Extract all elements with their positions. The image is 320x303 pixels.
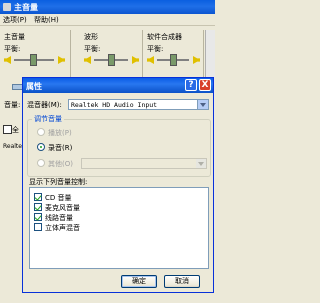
checkbox-cd-volume[interactable]	[34, 193, 42, 201]
cancel-button[interactable]: 取消	[164, 275, 200, 288]
speaker-app-icon	[3, 3, 11, 11]
volume-controls-list: CD 音量 麦克风音量 线路音量 立体声混音	[29, 187, 209, 269]
checkbox-line-volume[interactable]	[34, 213, 42, 221]
radio-playback[interactable]	[37, 128, 45, 136]
speaker-right-icon	[193, 56, 200, 64]
dialog-titlebar[interactable]: 属性 ? X	[23, 78, 213, 93]
balance-slider-thumb[interactable]	[170, 54, 177, 66]
radio-record-label: 录音(R)	[48, 144, 73, 152]
speaker-left-icon	[84, 56, 91, 64]
panel-name: 波形	[84, 33, 98, 41]
ok-button[interactable]: 确定	[121, 275, 157, 288]
panel-name: 软件合成器	[147, 33, 182, 41]
help-button[interactable]: ?	[185, 79, 197, 91]
volume-label: 音量:	[4, 101, 21, 109]
balance-slider-thumb[interactable]	[30, 54, 37, 66]
list-item-label: CD 音量	[45, 194, 72, 202]
speaker-left-icon	[4, 56, 11, 64]
back-menubar: 选项(P) 帮助(H)	[0, 14, 215, 26]
radio-record[interactable]	[37, 143, 45, 151]
other-device-select[interactable]	[81, 158, 207, 169]
mixer-select-value: Realtek HD Audio Input	[71, 101, 158, 109]
balance-slider-thumb[interactable]	[108, 54, 115, 66]
speaker-left-icon	[147, 56, 154, 64]
show-controls-label: 显示下列音量控制:	[29, 178, 88, 186]
back-window-titlebar[interactable]: 主音量	[0, 0, 215, 14]
back-status-text: Realtek	[3, 143, 26, 150]
checkbox-mic-volume[interactable]	[34, 203, 42, 211]
close-button[interactable]: X	[199, 79, 211, 91]
balance-label: 平衡:	[147, 45, 164, 53]
chevron-down-icon[interactable]	[197, 100, 208, 109]
radio-playback-label: 播放(P)	[48, 129, 72, 137]
menu-help[interactable]: 帮助(H)	[34, 15, 59, 25]
mixer-select[interactable]: Realtek HD Audio Input	[68, 99, 209, 110]
chevron-down-icon[interactable]	[196, 159, 206, 168]
balance-label: 平衡:	[84, 45, 101, 53]
select-all-label: 全	[12, 126, 19, 134]
panel-name: 主音量	[4, 33, 25, 41]
speaker-right-icon	[132, 56, 139, 64]
list-item-label: 线路音量	[45, 214, 73, 222]
select-all-checkbox[interactable]	[3, 125, 12, 134]
mixer-label: 混音器(M):	[27, 101, 62, 109]
properties-dialog: 属性 ? X 混音器(M): Realtek HD Audio Input 调节…	[22, 77, 214, 293]
list-item-label: 麦克风音量	[45, 204, 80, 212]
radio-other[interactable]	[37, 159, 45, 167]
speaker-right-icon	[58, 56, 65, 64]
balance-label: 平衡:	[4, 45, 21, 53]
checkbox-stereo-mix[interactable]	[34, 223, 42, 231]
radio-other-label: 其他(O)	[48, 160, 73, 168]
adjust-volume-group-title: 调节音量	[32, 114, 64, 124]
back-window-title: 主音量	[14, 3, 38, 12]
list-item-label: 立体声混音	[45, 224, 80, 232]
menu-options[interactable]: 选项(P)	[3, 15, 27, 25]
dialog-title: 属性	[26, 82, 42, 91]
